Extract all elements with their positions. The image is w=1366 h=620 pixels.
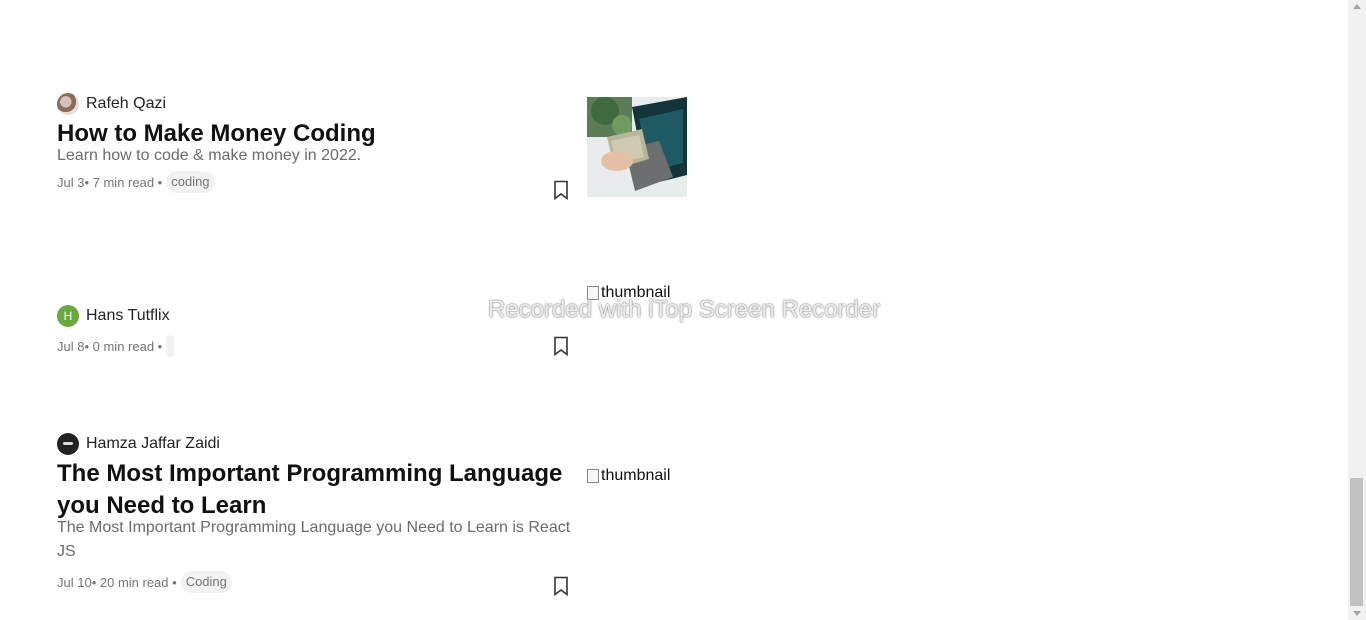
scroll-up-icon[interactable] [1353, 4, 1361, 9]
article-card[interactable]: Rafeh Qazi How to Make Money Coding Lear… [57, 92, 687, 200]
topic-tag[interactable]: coding [166, 171, 215, 193]
read-time: • 0 min read • [84, 338, 163, 354]
scroll-down-icon[interactable] [1353, 611, 1361, 616]
article-subtitle[interactable]: Learn how to code & make money in 2022. [57, 144, 577, 168]
article-feed: Rafeh Qazi How to Make Money Coding Lear… [0, 0, 1348, 620]
author-name[interactable]: Hans Tutflix [86, 307, 170, 325]
article-thumbnail[interactable]: thumbnail [587, 467, 670, 485]
article-meta: Jul 8 • 0 min read • [57, 334, 687, 358]
bookmark-icon[interactable] [553, 336, 569, 356]
read-time: • 7 min read • [84, 174, 163, 190]
article-date: Jul 3 [57, 174, 85, 190]
article-thumbnail[interactable]: thumbnail [587, 284, 670, 302]
author-name[interactable]: Rafeh Qazi [86, 95, 166, 113]
article-date: Jul 8 [57, 338, 85, 354]
author-avatar[interactable]: H [57, 305, 79, 327]
topic-tag[interactable] [166, 335, 175, 357]
author-avatar[interactable] [57, 433, 79, 455]
thumbnail-alt-text: thumbnail [601, 467, 671, 484]
article-subtitle[interactable]: The Most Important Programming Language … [57, 516, 577, 564]
article-card[interactable]: Hamza Jaffar Zaidi The Most Important Pr… [57, 432, 687, 596]
topic-tag[interactable]: Coding [180, 571, 232, 593]
article-card[interactable]: H Hans Tutflix Jul 8 • 0 min read • thum… [57, 284, 687, 358]
article-thumbnail[interactable] [587, 97, 687, 197]
broken-image-icon [587, 469, 599, 483]
scrollbar-thumb[interactable] [1350, 478, 1363, 606]
author-avatar[interactable] [57, 93, 79, 115]
article-title[interactable]: The Most Important Programming Language … [57, 458, 577, 522]
vertical-scrollbar[interactable] [1348, 0, 1366, 620]
read-time: • 20 min read • [91, 574, 177, 590]
author-row[interactable]: Hamza Jaffar Zaidi [57, 432, 687, 456]
article-meta: Jul 10 • 20 min read • Coding [57, 570, 687, 594]
author-name[interactable]: Hamza Jaffar Zaidi [86, 435, 220, 453]
bookmark-icon[interactable] [553, 180, 569, 200]
thumbnail-alt-text: thumbnail [601, 284, 671, 301]
bookmark-icon[interactable] [553, 576, 569, 596]
article-date: Jul 10 [57, 574, 92, 590]
author-row[interactable]: H Hans Tutflix [57, 304, 687, 328]
broken-image-icon [587, 286, 599, 300]
